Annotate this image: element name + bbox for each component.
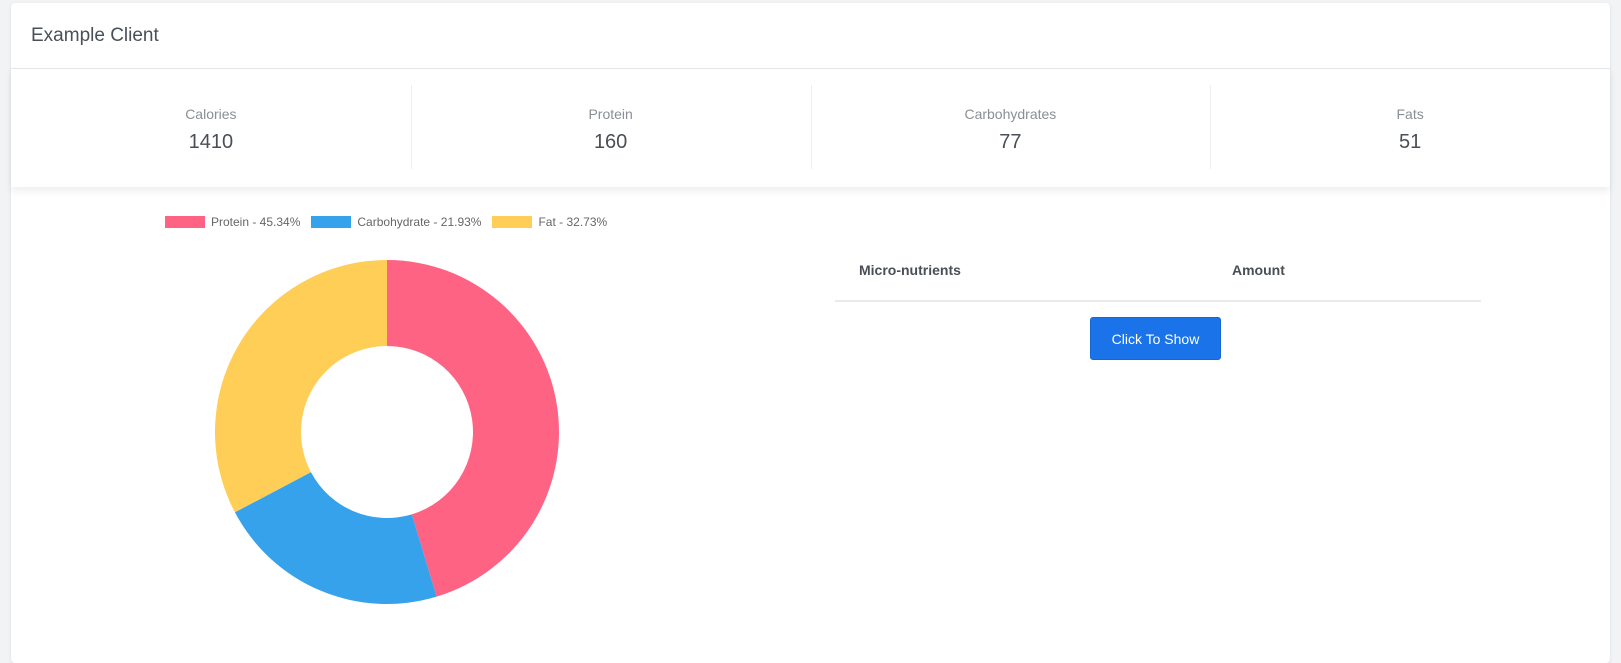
micro-nutrients-table: Micro-nutrients Amount bbox=[835, 248, 1481, 302]
slice-fat[interactable] bbox=[215, 260, 387, 513]
stat-protein: Protein 160 bbox=[410, 69, 811, 187]
legend-label: Carbohydrate - 21.93% bbox=[357, 215, 482, 229]
macro-summary: Calories 1410 Protein 160 Carbohydrates … bbox=[11, 69, 1610, 187]
table-header: Micro-nutrients Amount bbox=[835, 248, 1481, 302]
column-header-micro-nutrients: Micro-nutrients bbox=[859, 262, 961, 278]
chart-legend: Protein - 45.34% Carbohydrate - 21.93% F… bbox=[165, 215, 618, 229]
stat-value: 1410 bbox=[188, 131, 234, 153]
legend-label: Protein - 45.34% bbox=[211, 215, 301, 229]
legend-swatch bbox=[311, 216, 352, 228]
page-title: Example Client bbox=[31, 25, 159, 46]
stat-value: 51 bbox=[1399, 131, 1422, 153]
stat-label: Protein bbox=[588, 106, 633, 122]
legend-swatch bbox=[165, 216, 205, 228]
stat-label: Calories bbox=[185, 106, 237, 122]
stat-label: Fats bbox=[1396, 106, 1424, 122]
click-to-show-button[interactable]: Click To Show bbox=[1090, 317, 1221, 360]
legend-label: Fat - 32.73% bbox=[538, 215, 608, 229]
stat-fats: Fats 51 bbox=[1210, 69, 1610, 187]
legend-item-carbohydrate[interactable]: Carbohydrate - 21.93% bbox=[311, 215, 481, 229]
legend-swatch bbox=[492, 216, 533, 228]
column-header-amount: Amount bbox=[1232, 262, 1285, 278]
legend-item-protein[interactable]: Protein - 45.34% bbox=[165, 215, 300, 229]
legend-item-fat[interactable]: Fat - 32.73% bbox=[492, 215, 607, 229]
stat-label: Carbohydrates bbox=[964, 106, 1057, 122]
stat-value: 77 bbox=[999, 131, 1022, 153]
stat-carbohydrates: Carbohydrates 77 bbox=[810, 69, 1211, 187]
donut-chart bbox=[215, 260, 559, 604]
stat-calories: Calories 1410 bbox=[11, 69, 411, 187]
stat-value: 160 bbox=[593, 131, 628, 153]
macro-chart: Protein - 45.34% Carbohydrate - 21.93% F… bbox=[165, 215, 625, 605]
card-header: Example Client bbox=[11, 3, 1610, 69]
